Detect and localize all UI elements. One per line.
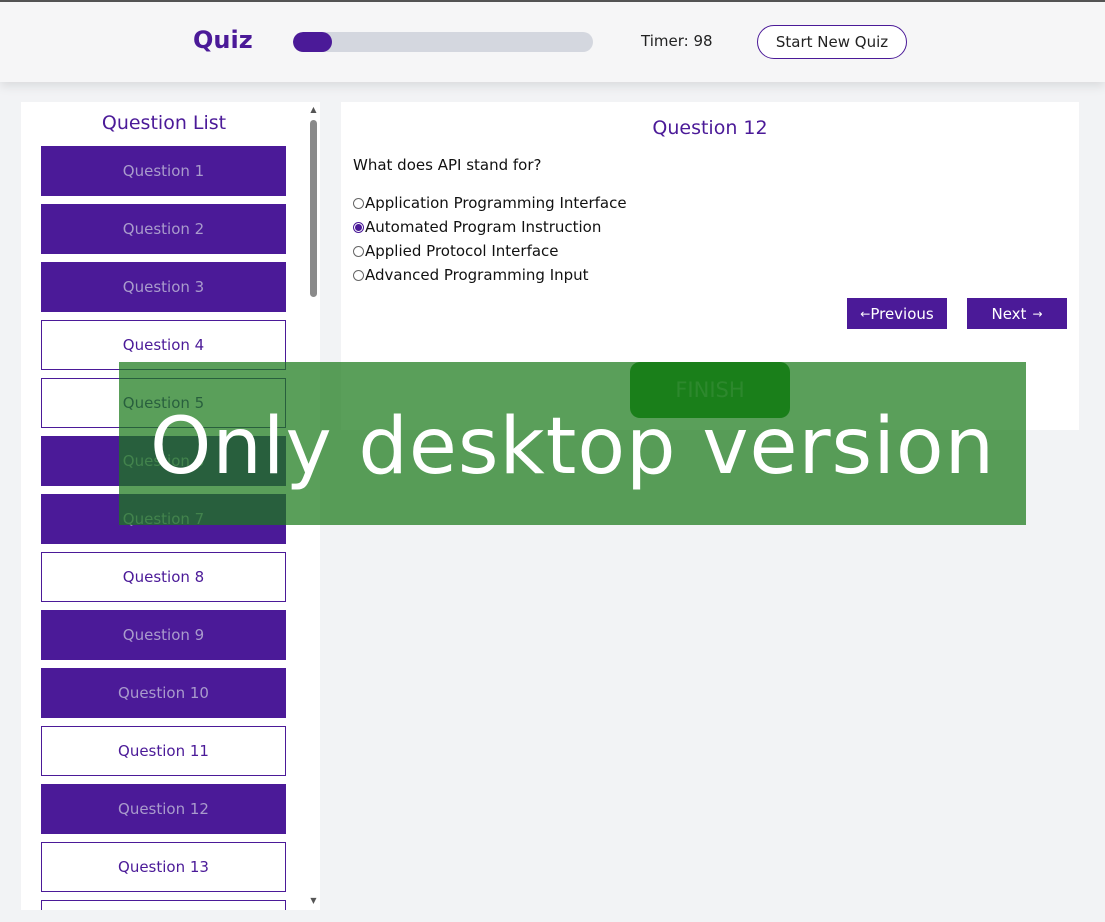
next-button-label: Next xyxy=(991,304,1027,323)
finish-button[interactable]: FINISH xyxy=(630,362,790,418)
question-list-item[interactable]: Question 14 xyxy=(41,900,286,910)
question-list-item[interactable]: Question 5 xyxy=(41,378,286,428)
scroll-down-arrow-icon[interactable]: ▼ xyxy=(309,896,318,906)
question-list-item[interactable]: Question 12 xyxy=(41,784,286,834)
question-list-scrollbar[interactable]: ▲ ▼ xyxy=(307,102,320,910)
question-list-item[interactable]: Question 7 xyxy=(41,494,286,544)
scrollbar-thumb[interactable] xyxy=(310,120,317,297)
question-title: Question 12 xyxy=(652,117,768,139)
timer-value: 98 xyxy=(693,32,713,50)
arrow-right-icon: → xyxy=(1032,306,1043,321)
question-list-item[interactable]: Question 3 xyxy=(41,262,286,312)
question-list-item[interactable]: Question 9 xyxy=(41,610,286,660)
next-button[interactable]: Next → xyxy=(967,298,1067,329)
answer-options: Application Programming Interface Automat… xyxy=(353,191,627,287)
question-text: What does API stand for? xyxy=(353,156,542,174)
answer-option-label: Application Programming Interface xyxy=(365,194,627,212)
start-new-quiz-button[interactable]: Start New Quiz xyxy=(757,25,907,59)
question-list-item[interactable]: Question 6 xyxy=(41,436,286,486)
top-bar: Quiz Timer: 98 Start New Quiz xyxy=(0,2,1105,82)
app-title: Quiz xyxy=(193,26,253,54)
question-list-item[interactable]: Question 13 xyxy=(41,842,286,892)
radio-unchecked-icon[interactable] xyxy=(353,197,364,209)
radio-checked-icon[interactable] xyxy=(353,221,364,233)
answer-option[interactable]: Applied Protocol Interface xyxy=(353,239,627,263)
answer-option[interactable]: Automated Program Instruction xyxy=(353,215,627,239)
previous-button[interactable]: ← Previous xyxy=(847,298,947,329)
arrow-left-icon: ← xyxy=(860,306,871,321)
timer: Timer: 98 xyxy=(641,32,713,50)
quiz-progress-fill xyxy=(293,32,332,52)
radio-unchecked-icon[interactable] xyxy=(353,269,364,281)
answer-option[interactable]: Advanced Programming Input xyxy=(353,263,627,287)
question-list-panel: Question List Question 1 Question 2 Questi… xyxy=(21,102,320,910)
timer-label: Timer: xyxy=(641,32,689,50)
radio-unchecked-icon[interactable] xyxy=(353,245,364,257)
question-list-title: Question List xyxy=(101,112,227,134)
answer-option-label: Applied Protocol Interface xyxy=(365,242,559,260)
answer-option-label: Advanced Programming Input xyxy=(365,266,589,284)
question-list-item[interactable]: Question 10 xyxy=(41,668,286,718)
question-list-item[interactable]: Question 1 xyxy=(41,146,286,196)
question-list: Question 1 Question 2 Question 3 Question 4… xyxy=(41,146,286,910)
answer-option-label: Automated Program Instruction xyxy=(365,218,602,236)
answer-option[interactable]: Application Programming Interface xyxy=(353,191,627,215)
question-list-item[interactable]: Question 11 xyxy=(41,726,286,776)
question-list-item[interactable]: Question 4 xyxy=(41,320,286,370)
scroll-up-arrow-icon[interactable]: ▲ xyxy=(309,105,318,115)
question-list-item[interactable]: Question 8 xyxy=(41,552,286,602)
quiz-progress-bar xyxy=(293,32,593,52)
previous-button-label: Previous xyxy=(870,304,934,323)
question-list-item[interactable]: Question 2 xyxy=(41,204,286,254)
